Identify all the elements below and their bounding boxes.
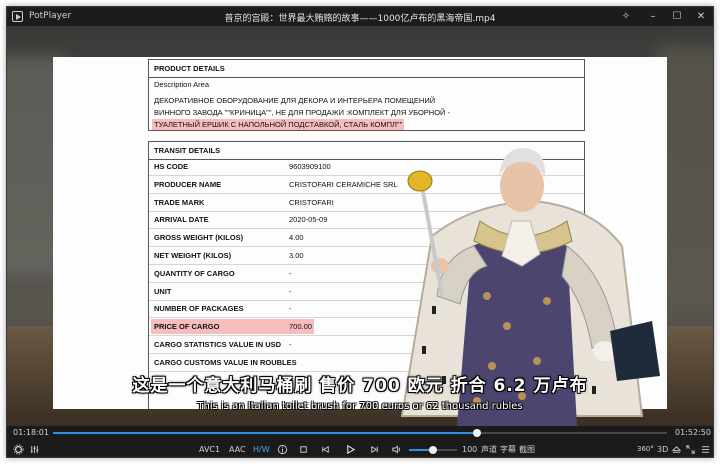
- description-line: ВИННОГО ЗАВОДА ""КРИНИЦА"", НЕ ДЛЯ ПРОДА…: [154, 108, 451, 117]
- transit-row-label: NUMBER OF PACKAGES: [154, 304, 244, 314]
- play-icon[interactable]: [345, 444, 356, 455]
- subtitle-button[interactable]: 字幕: [500, 444, 516, 455]
- audio-codec-button[interactable]: AAC: [229, 444, 246, 455]
- transit-row-value: 2020-05-09: [289, 215, 328, 225]
- volume-icon[interactable]: [391, 444, 402, 455]
- seek-handle[interactable]: [473, 429, 482, 437]
- description-label: Description Area: [154, 80, 210, 89]
- transit-row-value: -: [289, 268, 292, 278]
- subtitle-chinese: 这是一个意大利马桶刷 售价 700 欧元 折合 6.2 万卢布: [132, 376, 588, 396]
- product-details-box: PRODUCT DETAILS Description Area ДЕКОРАТ…: [148, 59, 585, 131]
- transit-row-value: -: [289, 340, 292, 349]
- transit-row-value: 700.00: [289, 322, 312, 332]
- video-area[interactable]: PRODUCT DETAILS Description Area ДЕКОРАТ…: [7, 26, 713, 426]
- fullscreen-icon[interactable]: [685, 444, 696, 455]
- transit-row-label: UNIT: [154, 286, 172, 296]
- seek-bar[interactable]: [53, 429, 667, 437]
- screenshot-button[interactable]: 截图: [519, 444, 535, 455]
- transit-row-value: CRISTOFARI: [289, 197, 334, 207]
- seek-progress: [53, 432, 478, 434]
- transit-row-label: PRODUCER NAME: [154, 179, 222, 189]
- 3d-mode-button[interactable]: 3D: [657, 444, 668, 455]
- equalizer-icon[interactable]: [29, 444, 40, 455]
- potplayer-window: PotPlayer 普京的宫殿：世界最大贿赂的故事——1000亿卢布的黑海帝国.…: [6, 6, 714, 458]
- playlist-menu-icon[interactable]: [700, 444, 711, 455]
- info-icon[interactable]: [277, 444, 288, 455]
- eject-icon[interactable]: [671, 444, 682, 455]
- close-button[interactable]: ✕: [691, 9, 711, 24]
- vr-360-button[interactable]: 360°: [637, 444, 654, 455]
- transit-row-label: NET WEIGHT (KILOS): [154, 251, 232, 260]
- transit-row-label: QUANTITY OF CARGO: [154, 268, 235, 278]
- current-time: 01:18:01: [13, 428, 49, 437]
- subtitle-english: This is an Italian toilet brush for 700 …: [197, 401, 523, 412]
- maximize-button[interactable]: ☐: [667, 9, 687, 24]
- transit-row-value: -: [289, 304, 292, 314]
- transit-row-label: PRICE OF CARGO: [154, 322, 220, 332]
- transit-row-value: 4.00: [289, 233, 304, 243]
- pin-icon[interactable]: ✧: [616, 9, 636, 24]
- transit-row-value: 9603909100: [289, 162, 331, 171]
- previous-icon[interactable]: [320, 444, 331, 455]
- transit-row-label: CARGO CUSTOMS VALUE IN ROUBLES: [154, 357, 297, 367]
- volume-slider[interactable]: [409, 446, 457, 454]
- transit-row-value: 3.00: [289, 251, 304, 260]
- transit-row-label: ARRIVAL DATE: [154, 215, 209, 225]
- volume-value: 100: [462, 445, 478, 454]
- next-icon[interactable]: [369, 444, 380, 455]
- transit-row-label: TRADE MARK: [154, 197, 205, 207]
- hardware-decoding-button[interactable]: H/W: [253, 444, 270, 455]
- file-title: 普京的宫殿：世界最大贿赂的故事——1000亿卢布的黑海帝国.mp4: [224, 14, 496, 24]
- stop-icon[interactable]: [298, 444, 309, 455]
- volume-handle[interactable]: [429, 446, 437, 454]
- description-line: ДЕКОРАТИВНОЕ ОБОРУДОВАНИЕ ДЛЯ ДЕКОРА И И…: [154, 96, 436, 105]
- transit-row-label: CARGO STATISTICS VALUE IN USD: [154, 340, 282, 349]
- transit-row-value: -: [289, 286, 292, 296]
- video-codec-button[interactable]: AVC1: [199, 444, 220, 455]
- transit-row-label: GROSS WEIGHT (KILOS): [154, 233, 244, 243]
- transit-row-label: HS CODE: [154, 162, 189, 171]
- audio-track-button[interactable]: 声道: [481, 444, 497, 455]
- product-details-header: PRODUCT DETAILS: [149, 60, 584, 78]
- total-time: 01:52:50: [675, 428, 711, 437]
- minimize-button[interactable]: –: [643, 9, 663, 24]
- title-bar[interactable]: PotPlayer 普京的宫殿：世界最大贿赂的故事——1000亿卢布的黑海帝国.…: [7, 7, 713, 26]
- seek-row: 01:18:01 01:52:50: [7, 426, 713, 440]
- control-bar: AVC1 AAC H/W 100 声道 字幕 截图 360° 3D: [7, 440, 713, 457]
- settings-gear-icon[interactable]: [13, 444, 24, 455]
